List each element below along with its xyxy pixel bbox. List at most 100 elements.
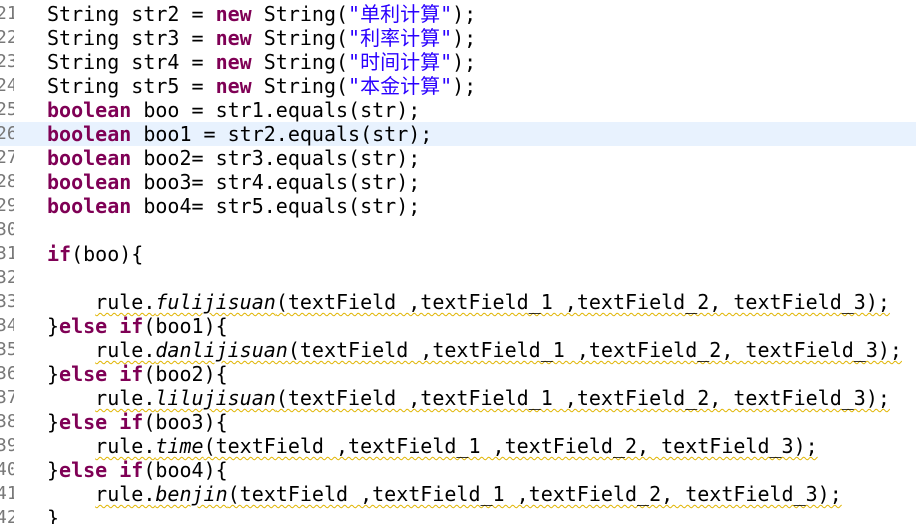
code-line[interactable]: 42}: [0, 506, 916, 524]
code-line[interactable]: 40 }else if(boo4){: [0, 458, 916, 482]
code-token: boo4= str5.equals(str);: [131, 194, 421, 218]
string-literal: "本金计算": [348, 74, 453, 98]
code-line[interactable]: 29 boolean boo4= str5.equals(str);: [0, 194, 916, 218]
code-line[interactable]: 26 boolean boo1 = str2.equals(str);: [0, 122, 916, 146]
line-number: 37: [0, 387, 14, 408]
code-token: String(: [251, 2, 349, 26]
code-token: );: [452, 2, 477, 26]
code-token: String(: [251, 74, 349, 98]
line-number: 38: [0, 411, 14, 432]
line-number: 42: [0, 507, 14, 524]
keyword-token: if: [119, 458, 144, 482]
code-line[interactable]: 35 rule.danlijisuan(textField ,textField…: [0, 338, 916, 362]
keyword-token: else: [59, 362, 108, 386]
line-code: rule.time(textField ,textField_1 ,textFi…: [47, 434, 818, 458]
code-token: boo2= str3.equals(str);: [131, 146, 421, 170]
line-number: 25: [0, 99, 14, 120]
code-token: boo = str1.equals(str);: [131, 98, 421, 122]
line-code: boolean boo1 = str2.equals(str);: [47, 122, 432, 146]
method-name: lilujisuan: [155, 386, 276, 410]
code-token: }: [47, 410, 60, 434]
line-code: rule.danlijisuan(textField ,textField_1 …: [47, 338, 902, 362]
code-line[interactable]: 30: [0, 218, 916, 242]
line-code: if(boo){: [47, 242, 143, 266]
code-line[interactable]: 25 boolean boo = str1.equals(str);: [0, 98, 916, 122]
line-code: boolean boo = str1.equals(str);: [47, 98, 420, 122]
code-line[interactable]: 41 rule.benjin(textField ,textField_1 ,t…: [0, 482, 916, 506]
code-token: (boo1){: [143, 314, 228, 338]
string-literal: "时间计算": [348, 50, 453, 74]
line-number: 22: [0, 27, 14, 48]
code-editor[interactable]: 21 String str2 = new String("单利计算"); 22 Str…: [0, 0, 916, 524]
keyword-token: new: [215, 50, 252, 74]
line-code: boolean boo2= str3.equals(str);: [47, 146, 420, 170]
line-number: 31: [0, 243, 14, 264]
code-line[interactable]: 32: [0, 266, 916, 290]
code-token: (textField ,textField_1 ,textField_2, te…: [275, 386, 890, 410]
code-token: }: [47, 362, 60, 386]
keyword-token: if: [119, 314, 144, 338]
line-code: }else if(boo4){: [47, 458, 228, 482]
method-name: danlijisuan: [155, 338, 288, 362]
line-number: 23: [0, 51, 14, 72]
line-number: 29: [0, 195, 14, 216]
line-number: 41: [0, 483, 14, 504]
code-line[interactable]: 27 boolean boo2= str3.equals(str);: [0, 146, 916, 170]
code-line[interactable]: 31 if(boo){: [0, 242, 916, 266]
keyword-token: boolean: [47, 146, 132, 170]
code-token: }: [47, 458, 60, 482]
code-token: String(: [251, 50, 349, 74]
code-line[interactable]: 23 String str4 = new String("时间计算");: [0, 50, 916, 74]
keyword-token: else: [59, 410, 108, 434]
code-token: (textField ,textField_1 ,textField_2, te…: [227, 482, 842, 506]
line-number: 40: [0, 459, 14, 480]
code-token: (boo3){: [143, 410, 228, 434]
code-line[interactable]: 21 String str2 = new String("单利计算");: [0, 2, 916, 26]
method-name: time: [155, 434, 204, 458]
code-token: boo3= str4.equals(str);: [131, 170, 421, 194]
keyword-token: boolean: [47, 98, 132, 122]
code-line[interactable]: 36}else if(boo2){: [0, 362, 916, 386]
code-line[interactable]: 28 boolean boo3= str4.equals(str);: [0, 170, 916, 194]
code-token: );: [452, 50, 477, 74]
line-code: rule.benjin(textField ,textField_1 ,text…: [47, 482, 842, 506]
keyword-token: if: [47, 242, 72, 266]
code-token: rule.: [95, 338, 156, 362]
code-line[interactable]: 39 rule.time(textField ,textField_1 ,tex…: [0, 434, 916, 458]
method-name: benjin: [155, 482, 228, 506]
keyword-token: if: [119, 362, 144, 386]
keyword-token: else: [59, 458, 108, 482]
line-number: 27: [0, 147, 14, 168]
line-code: }: [47, 506, 59, 524]
code-line[interactable]: 33 rule.fulijisuan(textField ,textField_…: [0, 290, 916, 314]
code-token: (boo2){: [143, 362, 228, 386]
string-literal: "利率计算": [348, 26, 453, 50]
line-number: 36: [0, 363, 14, 384]
line-code: rule.lilujisuan(textField ,textField_1 ,…: [47, 386, 890, 410]
code-token: String str3 =: [47, 26, 216, 50]
line-code: String str4 = new String("时间计算");: [47, 50, 476, 74]
code-line[interactable]: 22 String str3 = new String("利率计算");: [0, 26, 916, 50]
line-number: 32: [0, 267, 14, 288]
code-token: String str4 =: [47, 50, 216, 74]
code-token: (textField ,textField_1 ,textField_2, te…: [275, 290, 890, 314]
code-line[interactable]: 24 String str5 = new String("本金计算");: [0, 74, 916, 98]
line-number: 24: [0, 75, 14, 96]
line-code: boolean boo4= str5.equals(str);: [47, 194, 420, 218]
line-code: String str5 = new String("本金计算");: [47, 74, 476, 98]
line-code: boolean boo3= str4.equals(str);: [47, 170, 420, 194]
code-token: String str2 =: [47, 2, 216, 26]
code-token: rule.: [95, 482, 156, 506]
line-number: 39: [0, 435, 14, 456]
code-token: rule.: [95, 434, 156, 458]
code-token: }: [47, 506, 60, 524]
code-line[interactable]: 38}else if(boo3){: [0, 410, 916, 434]
code-line[interactable]: 37 rule.lilujisuan(textField ,textField_…: [0, 386, 916, 410]
code-line[interactable]: 34}else if(boo1){: [0, 314, 916, 338]
line-number: 26: [0, 123, 14, 144]
line-code: }else if(boo2){: [47, 362, 228, 386]
code-token: (textField ,textField_1 ,textField_2, te…: [203, 434, 818, 458]
keyword-token: new: [215, 2, 252, 26]
